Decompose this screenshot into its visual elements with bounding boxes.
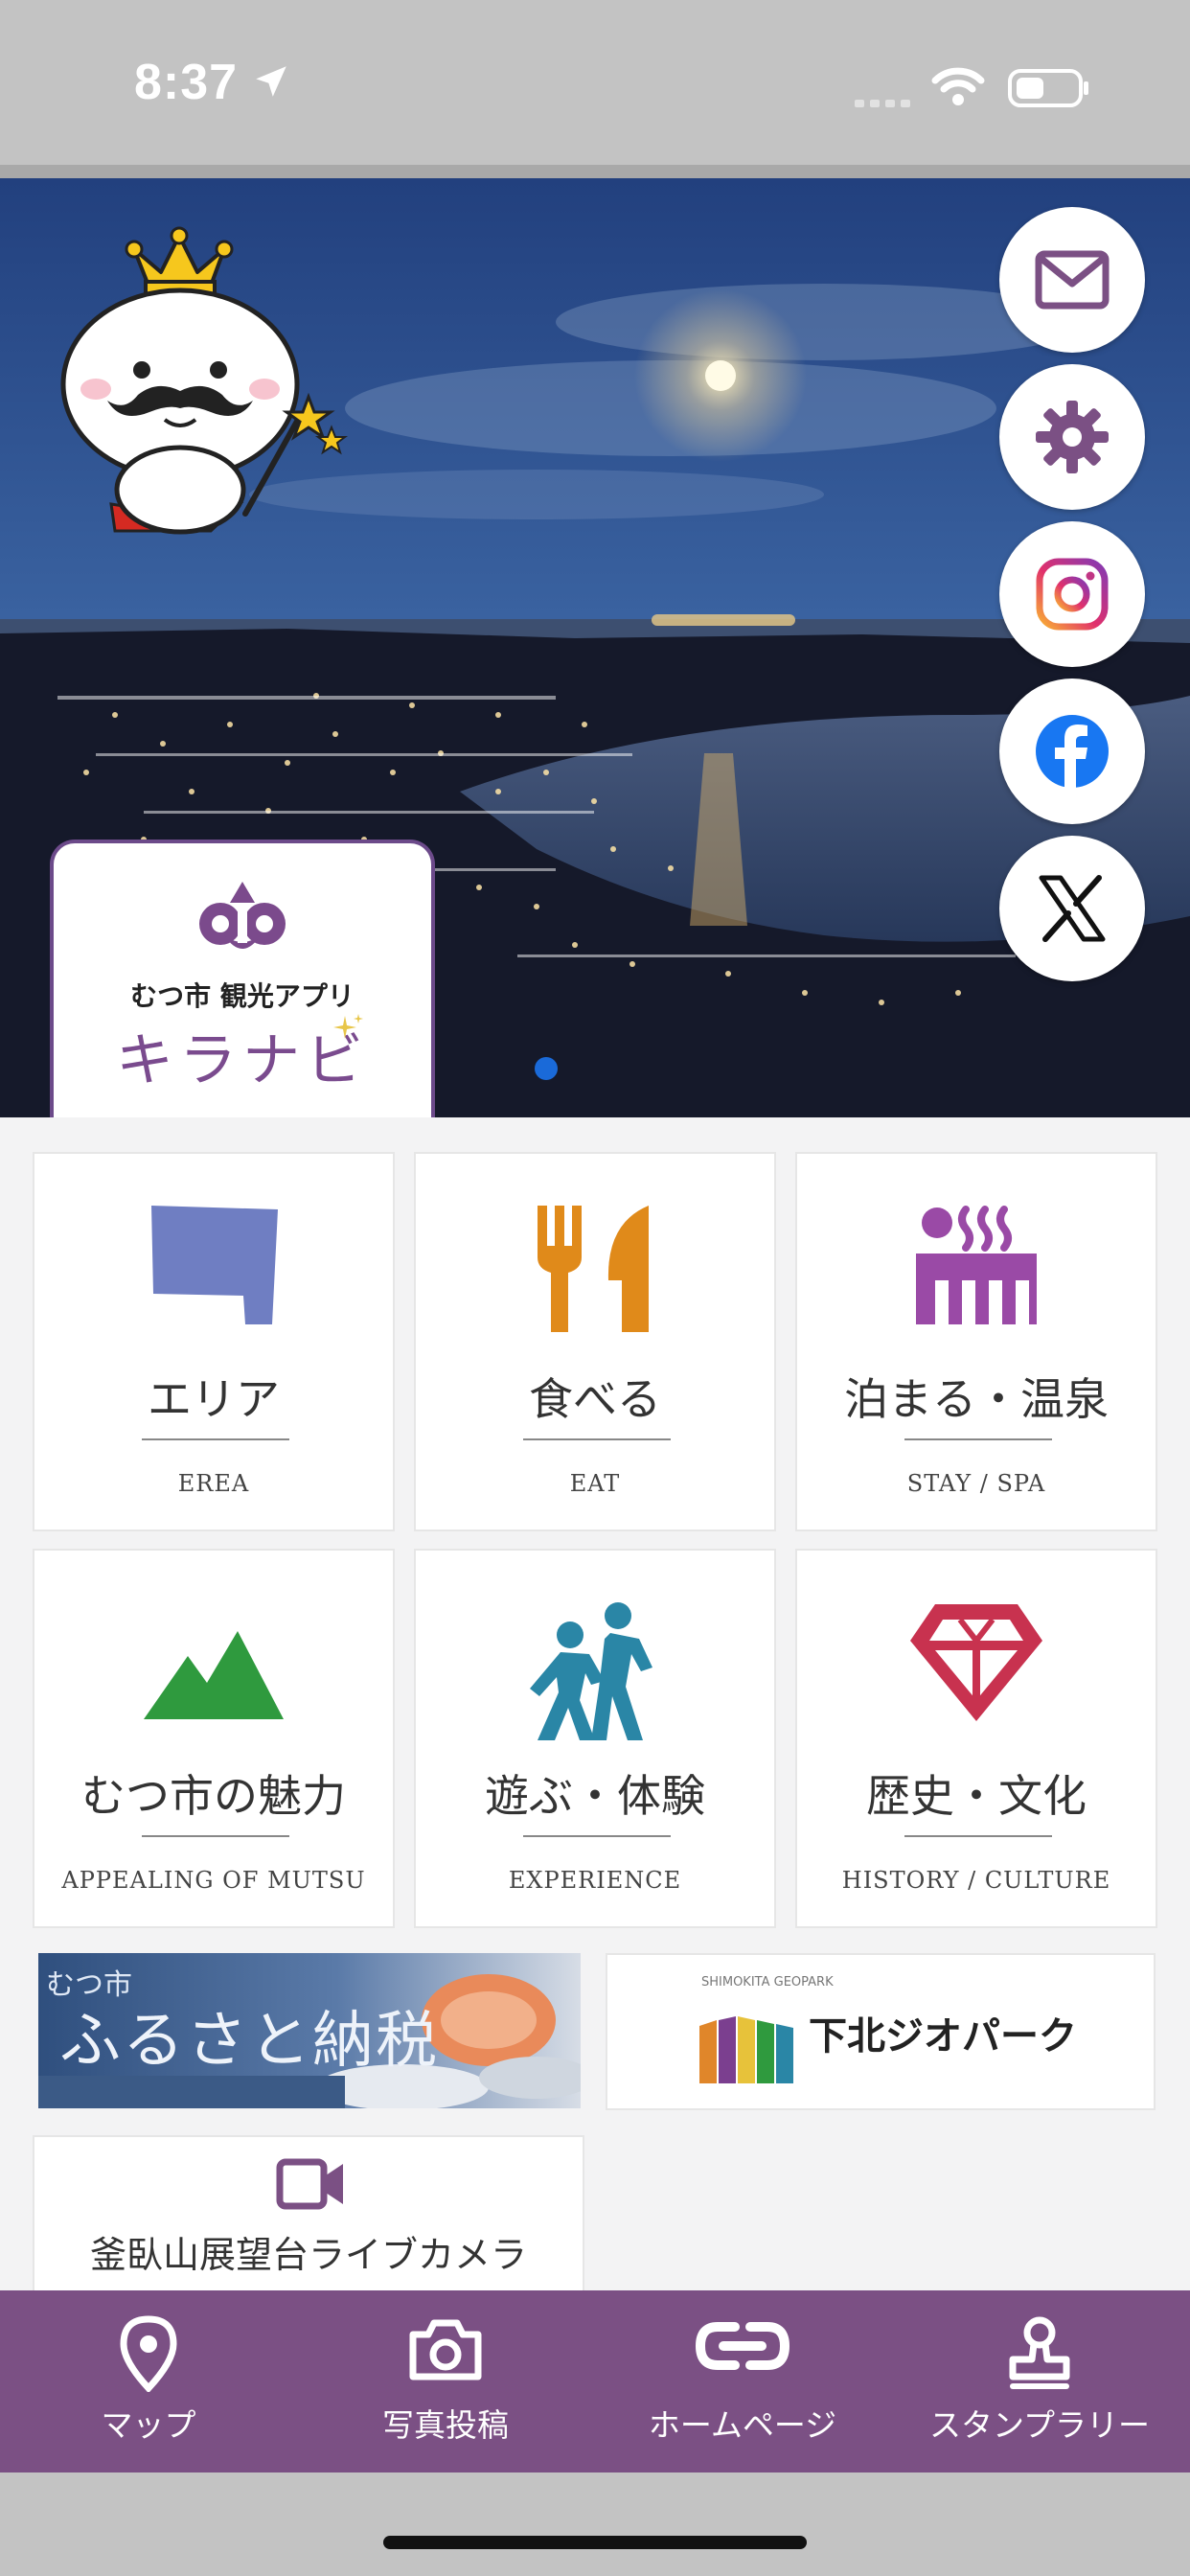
category-stay-spa[interactable]: 泊まる・温泉 STAY / SPA xyxy=(795,1152,1157,1531)
category-label-en: EAT xyxy=(569,1470,621,1497)
home-indicator-area xyxy=(0,2472,1190,2576)
facebook-icon xyxy=(1036,715,1109,788)
category-label-en: HISTORY / CULTURE xyxy=(841,1867,1111,1894)
category-label-jp: 歴史・文化 xyxy=(866,1770,1087,1822)
sparkle-icon xyxy=(333,1014,363,1039)
instagram-button[interactable] xyxy=(999,521,1145,667)
category-divider xyxy=(523,1438,671,1440)
carousel-page-indicator[interactable] xyxy=(535,1057,558,1080)
hikers-icon xyxy=(530,1602,652,1740)
status-divider xyxy=(0,165,1190,178)
battery-icon xyxy=(1008,69,1088,107)
diamond-icon xyxy=(910,1604,1042,1721)
mail-button[interactable] xyxy=(999,207,1145,353)
location-arrow-icon xyxy=(256,66,286,97)
nav-label: マップ xyxy=(101,2406,196,2444)
mountain-icon xyxy=(144,1631,284,1719)
status-bar: 8:37 xyxy=(0,0,1190,165)
live-camera-banner[interactable]: 釜臥山展望台ライブカメラ xyxy=(33,2135,584,2298)
category-label-en: EXPERIENCE xyxy=(508,1867,682,1894)
category-divider xyxy=(142,1835,289,1837)
link-icon xyxy=(695,2322,790,2370)
category-label-en: STAY / SPA xyxy=(906,1470,1046,1497)
nav-stamp-rally[interactable]: スタンプラリー xyxy=(891,2290,1188,2472)
category-label-jp: エリア xyxy=(148,1373,280,1425)
home-indicator[interactable] xyxy=(383,2536,807,2549)
category-divider xyxy=(904,1835,1052,1837)
category-experience[interactable]: 遊ぶ・体験 EXPERIENCE xyxy=(414,1549,776,1928)
geopark-logo-icon xyxy=(699,2016,793,2083)
map-pin-icon xyxy=(120,2315,177,2392)
category-history[interactable]: 歴史・文化 HISTORY / CULTURE xyxy=(795,1549,1157,1928)
category-label-jp: 遊ぶ・体験 xyxy=(485,1770,705,1822)
category-label-jp: むつ市の魅力 xyxy=(81,1770,346,1822)
category-divider xyxy=(523,1835,671,1837)
category-area[interactable]: エリア EREA xyxy=(33,1152,395,1531)
nav-homepage[interactable]: ホームページ xyxy=(594,2290,891,2472)
category-divider xyxy=(142,1438,289,1440)
nav-label: 写真投稿 xyxy=(382,2406,509,2444)
furusato-title: ふるさと納税 xyxy=(59,2006,439,2077)
furusato-tax-banner[interactable]: むつ市 ふるさと納税 xyxy=(38,1953,581,2108)
nav-map[interactable]: マップ xyxy=(0,2290,297,2472)
mail-icon xyxy=(1035,250,1110,310)
app-screen: 8:37 むつ市 観光アプリ キラナビ エリア EREA 食べる EAT 泊まる… xyxy=(0,0,1190,2576)
app-name: キラナビ xyxy=(116,1027,369,1094)
settings-button[interactable] xyxy=(999,364,1145,510)
category-divider xyxy=(904,1438,1052,1440)
category-label-jp: 食べる xyxy=(529,1373,661,1425)
category-appeal[interactable]: むつ市の魅力 APPEALING OF MUTSU xyxy=(33,1549,395,1928)
category-label-jp: 泊まる・温泉 xyxy=(844,1373,1109,1425)
geopark-small-text: SHIMOKITA GEOPARK xyxy=(701,1975,834,1990)
stamp-icon xyxy=(1009,2316,1070,2389)
nav-label: ホームページ xyxy=(648,2406,837,2444)
status-time: 8:37 xyxy=(134,55,239,110)
bottom-nav: マップ 写真投稿 ホームページ スタンプラリー xyxy=(0,2290,1190,2472)
category-eat[interactable]: 食べる EAT xyxy=(414,1152,776,1531)
x-icon xyxy=(1039,875,1106,942)
city-emblem-icon xyxy=(199,882,286,949)
category-label-en: APPEALING OF MUTSU xyxy=(61,1867,366,1894)
mascot-character xyxy=(60,226,348,535)
geopark-label: 下北ジオパーク xyxy=(809,2014,1077,2058)
live-camera-label: 釜臥山展望台ライブカメラ xyxy=(89,2234,527,2276)
x-button[interactable] xyxy=(999,836,1145,981)
cellular-signal-icon xyxy=(855,100,910,107)
category-label-en: EREA xyxy=(177,1470,250,1497)
nav-label: スタンプラリー xyxy=(928,2406,1150,2444)
geopark-banner[interactable]: SHIMOKITA GEOPARK 下北ジオパーク xyxy=(606,1953,1156,2110)
instagram-icon xyxy=(1036,558,1109,631)
facebook-button[interactable] xyxy=(999,678,1145,824)
fork-knife-icon xyxy=(538,1206,649,1332)
hero-carousel[interactable]: むつ市 観光アプリ キラナビ xyxy=(0,178,1190,1117)
hot-spring-icon xyxy=(916,1206,1037,1324)
wifi-icon xyxy=(931,67,985,105)
app-subtitle: むつ市 観光アプリ xyxy=(130,980,355,1012)
area-map-icon xyxy=(151,1206,278,1324)
camera-icon xyxy=(409,2319,482,2380)
video-camera-icon xyxy=(276,2158,343,2210)
app-logo-card: むつ市 観光アプリ キラナビ xyxy=(50,840,435,1117)
nav-photo-post[interactable]: 写真投稿 xyxy=(297,2290,594,2472)
gear-icon xyxy=(1036,401,1109,473)
